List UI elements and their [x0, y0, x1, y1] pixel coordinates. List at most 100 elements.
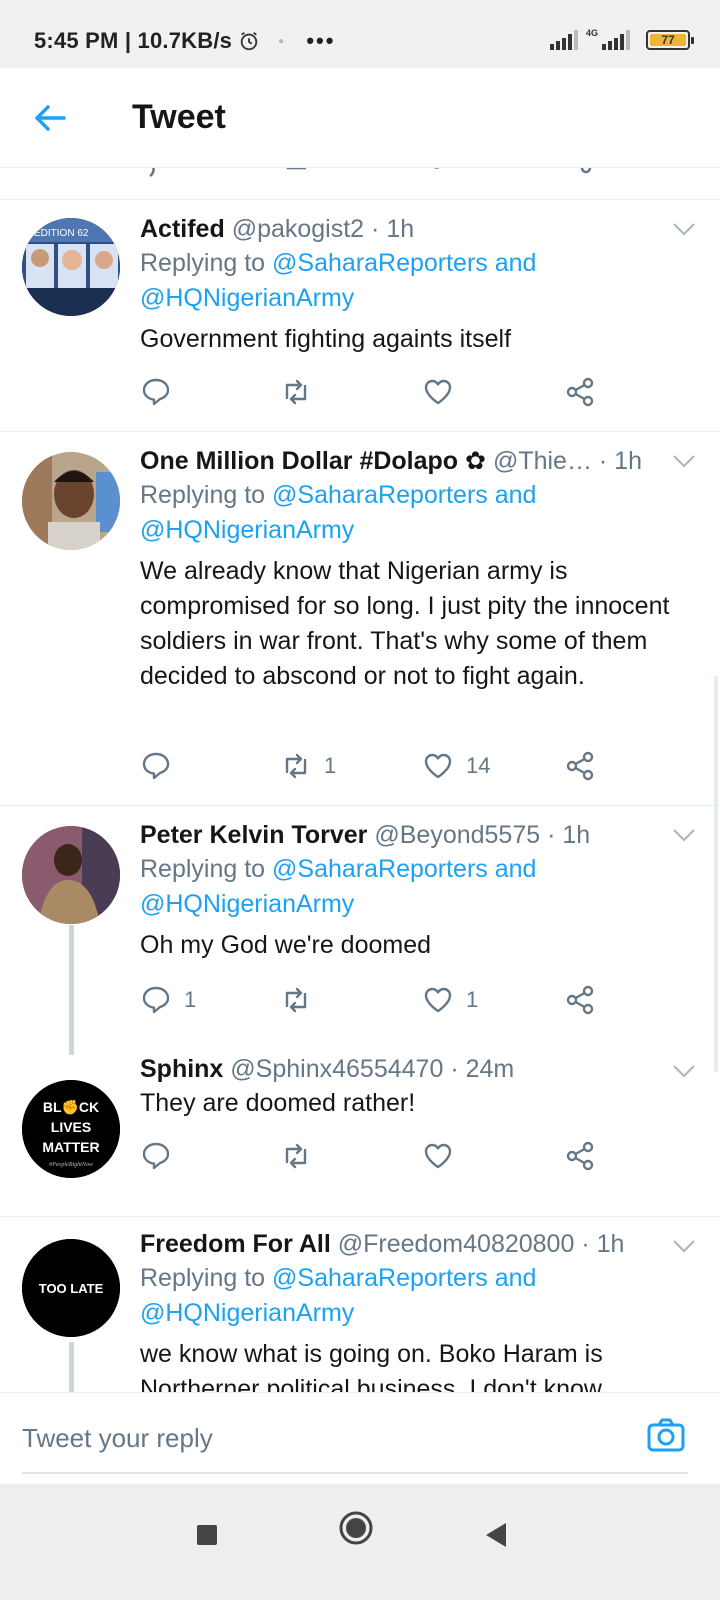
tweet-actions	[140, 1140, 610, 1174]
status-bar: 5:45 PM | 10.7KB/s ● ••• 4G 77	[0, 0, 720, 68]
tweet-time: · 1h	[547, 821, 591, 849]
chevron-down-icon[interactable]	[672, 828, 696, 842]
share-button[interactable]	[564, 750, 596, 782]
avatar-subtext: #PeopleRightNow	[49, 1162, 93, 1168]
scrollbar[interactable]	[714, 676, 718, 1072]
recent-apps-icon[interactable]	[196, 1524, 218, 1546]
retweet-icon	[285, 1143, 307, 1169]
avatar[interactable]: EDITION 62	[22, 218, 120, 316]
share-icon	[566, 985, 594, 1015]
display-name[interactable]: Sphinx	[140, 1055, 223, 1083]
like-count: 14	[466, 753, 491, 778]
display-name[interactable]: Peter Kelvin Torver	[140, 821, 367, 849]
retweet-button[interactable]	[280, 1140, 324, 1172]
chevron-down-icon[interactable]	[672, 1239, 696, 1253]
avatar-image: TOO LATE	[22, 1239, 120, 1337]
reply-icon	[142, 752, 170, 780]
replying-to-prefix: Replying to	[140, 855, 273, 883]
tweet-header: Actifed @pakogist2 · 1h	[140, 212, 700, 246]
chevron-down-icon[interactable]	[672, 222, 696, 236]
avatar-text-line: LIVES	[51, 1119, 91, 1135]
reply-icon	[142, 1142, 170, 1170]
reply-mention-link[interactable]: @SaharaReporters and	[272, 481, 536, 509]
tweet-reply-input[interactable]: Tweet your reply	[22, 1423, 213, 1454]
battery-icon: 77	[646, 30, 694, 50]
reply-input-underline	[22, 1472, 688, 1474]
user-handle[interactable]: @Thie…	[493, 447, 592, 475]
reply-button[interactable]: 1	[140, 984, 196, 1016]
chevron-down-icon[interactable]	[672, 1064, 696, 1078]
tweet-dolapo[interactable]: One Million Dollar #Dolapo ✿ @Thie… · 1h…	[0, 432, 720, 806]
avatar-image	[22, 452, 120, 550]
reply-mention-link[interactable]: @SaharaReporters and	[272, 1264, 536, 1292]
reply-button[interactable]	[140, 1140, 184, 1172]
heart-icon	[424, 379, 452, 405]
chevron-down-icon[interactable]	[672, 454, 696, 468]
replying-to: Replying to @SaharaReporters and @HQNige…	[140, 246, 700, 316]
share-button[interactable]	[564, 1140, 596, 1172]
retweet-button[interactable]: 1	[280, 750, 336, 782]
reply-mention-link[interactable]: @SaharaReporters and	[272, 249, 536, 277]
tweet-peter-kelvin[interactable]: Peter Kelvin Torver @Beyond5575 · 1h Rep…	[0, 806, 720, 1042]
tweet-actifed[interactable]: EDITION 62 Actifed @pakogist2 · 1h Reply…	[0, 200, 720, 432]
share-button[interactable]	[564, 376, 596, 408]
avatar-text: TOO LATE	[39, 1281, 104, 1296]
reply-mention-link[interactable]: @HQNigerianArmy	[140, 1299, 354, 1327]
avatar-image: EDITION 62	[22, 218, 120, 316]
status-left: 5:45 PM | 10.7KB/s ● •••	[34, 28, 335, 54]
user-handle[interactable]: @Beyond5575	[374, 821, 540, 849]
status-time-speed: 5:45 PM | 10.7KB/s	[34, 28, 233, 53]
avatar[interactable]	[22, 452, 120, 550]
system-nav-bar	[0, 1484, 720, 1600]
replying-to: Replying to @SaharaReporters and @HQNige…	[140, 478, 700, 548]
heart-icon	[424, 753, 452, 779]
retweet-button[interactable]	[280, 984, 324, 1016]
tweet-freedom-for-all[interactable]: TOO LATE Freedom For All @Freedom4082080…	[0, 1217, 720, 1392]
back-icon[interactable]	[484, 1522, 508, 1548]
tweet-actions: 1 1	[140, 984, 610, 1018]
status-right: 4G 77	[549, 28, 694, 50]
tweet-body: Peter Kelvin Torver @Beyond5575 · 1h Rep…	[140, 818, 700, 963]
tweet-body: Freedom For All @Freedom40820800 · 1h Re…	[140, 1227, 700, 1392]
avatar[interactable]: TOO LATE	[22, 1239, 120, 1337]
share-icon	[566, 1141, 594, 1171]
reply-icon	[142, 378, 170, 406]
display-name[interactable]: Actifed	[140, 215, 225, 243]
reply-button[interactable]	[140, 376, 184, 408]
tweet-text: They are doomed rather!	[140, 1089, 416, 1117]
camera-icon[interactable]	[646, 1415, 686, 1455]
user-handle[interactable]: @Sphinx46554470	[230, 1055, 443, 1083]
avatar-text-line: MATTER	[42, 1139, 99, 1155]
like-button[interactable]: 1	[422, 984, 478, 1016]
reply-button[interactable]	[140, 750, 184, 782]
tweet-actions: 1 14	[140, 750, 610, 784]
display-name[interactable]: Freedom For All	[140, 1230, 331, 1258]
avatar[interactable]	[22, 826, 120, 924]
retweet-button[interactable]	[280, 376, 324, 408]
user-handle[interactable]: @Freedom40820800	[338, 1230, 575, 1258]
reply-mention-link[interactable]: @HQNigerianArmy	[140, 284, 354, 312]
previous-tweet-actions	[0, 168, 720, 200]
display-name[interactable]: One Million Dollar #Dolapo ✿	[140, 447, 486, 475]
home-icon[interactable]	[338, 1510, 374, 1546]
like-button[interactable]	[422, 1140, 466, 1172]
back-arrow-icon[interactable]	[30, 98, 70, 138]
tweet-time: · 1h	[371, 215, 415, 243]
heart-icon	[424, 987, 452, 1013]
page-title: Tweet	[132, 98, 226, 136]
tweet-header: One Million Dollar #Dolapo ✿ @Thie… · 1h	[140, 444, 700, 478]
like-button[interactable]	[422, 376, 466, 408]
retweet-icon	[285, 379, 307, 405]
reply-mention-link[interactable]: @HQNigerianArmy	[140, 890, 354, 918]
avatar[interactable]: BL✊CK LIVES MATTER #PeopleRightNow	[22, 1080, 120, 1178]
like-count: 1	[466, 987, 479, 1012]
tweet-sphinx[interactable]: BL✊CK LIVES MATTER #PeopleRightNow Sphin…	[0, 1042, 720, 1217]
like-button[interactable]: 14	[422, 750, 490, 782]
user-handle[interactable]: @pakogist2	[232, 215, 364, 243]
tweet-text: we know what is going on. Boko Haram is …	[140, 1340, 603, 1392]
share-button[interactable]	[564, 984, 596, 1016]
battery-level: 77	[650, 34, 686, 47]
tweet-body: One Million Dollar #Dolapo ✿ @Thie… · 1h…	[140, 444, 700, 694]
reply-mention-link[interactable]: @HQNigerianArmy	[140, 516, 354, 544]
reply-mention-link[interactable]: @SaharaReporters and	[272, 855, 536, 883]
